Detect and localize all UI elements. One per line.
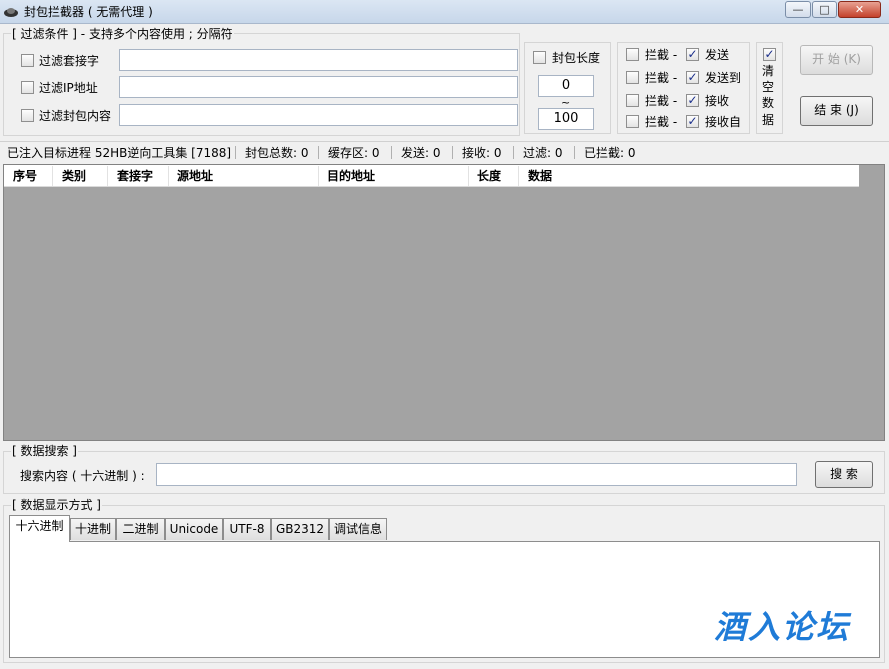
intercept-send-checkbox[interactable]: [626, 48, 639, 61]
filter-ip-label: 过滤IP地址: [39, 81, 98, 95]
status-filtered: 过滤: 0: [523, 146, 563, 160]
intercept-sendto-label: 拦截 -: [645, 71, 678, 85]
clear-data-label-4: 据: [762, 113, 775, 127]
filter-content-input[interactable]: [119, 104, 518, 126]
status-sent: 发送: 0: [401, 146, 441, 160]
column-header-destination[interactable]: 目的地址: [327, 169, 375, 183]
column-header-length[interactable]: 长度: [477, 169, 501, 183]
minimize-button[interactable]: —: [785, 1, 811, 18]
watermark-logo: 酒入论坛: [714, 608, 851, 646]
clear-data-checkbox[interactable]: [763, 47, 776, 61]
length-filter-checkbox[interactable]: [533, 51, 546, 64]
intercept-recvfrom-label: 拦截 -: [645, 115, 678, 129]
intercept-recv-label: 拦截 -: [645, 94, 678, 108]
maximize-button[interactable]: □: [812, 1, 837, 18]
search-group-title: [ 数据搜索 ]: [11, 444, 78, 458]
type-recvfrom-label: 接收自: [705, 115, 742, 129]
start-button[interactable]: 开 始 (K): [800, 45, 873, 75]
window-title: 封包拦截器 ( 无需代理 ): [24, 5, 153, 19]
column-divider[interactable]: [468, 166, 469, 186]
column-divider[interactable]: [168, 166, 169, 186]
length-min-input[interactable]: 0: [538, 75, 594, 97]
clear-data-label-3: 数: [762, 96, 775, 110]
filter-socket-input[interactable]: [119, 49, 518, 71]
length-filter-label: 封包长度: [552, 51, 601, 65]
filter-ip-checkbox[interactable]: [21, 81, 34, 94]
type-sendto-label: 发送到: [705, 71, 742, 85]
type-recvfrom-checkbox[interactable]: [686, 114, 699, 128]
filter-group-title: [ 过滤条件 ] - 支持多个内容使用 ; 分隔符: [11, 27, 234, 41]
tab-hex[interactable]: 十六进制: [9, 515, 70, 542]
length-max-input[interactable]: 100: [538, 108, 594, 130]
status-separator: [235, 146, 236, 159]
search-label: 搜索内容 ( 十六进制 ) :: [20, 469, 145, 483]
status-separator: [391, 146, 392, 159]
status-separator: [574, 146, 575, 159]
column-divider[interactable]: [52, 166, 53, 186]
clear-data-label-2: 空: [762, 80, 775, 94]
column-header-index[interactable]: 序号: [13, 169, 37, 183]
intercept-recvfrom-checkbox[interactable]: [626, 115, 639, 128]
stop-button[interactable]: 结 束 (J): [800, 96, 873, 126]
app-icon: [4, 8, 18, 17]
filter-ip-input[interactable]: [119, 76, 518, 98]
column-header-source[interactable]: 源地址: [177, 169, 213, 183]
status-intercepted: 已拦截: 0: [584, 146, 636, 160]
close-button[interactable]: ✕: [838, 1, 881, 18]
filter-socket-checkbox[interactable]: [21, 54, 34, 67]
filter-content-checkbox[interactable]: [21, 109, 34, 122]
tab-unicode[interactable]: Unicode: [165, 518, 223, 540]
type-recv-checkbox[interactable]: [686, 93, 699, 107]
clear-data-label-1: 清: [762, 64, 775, 78]
column-header-data[interactable]: 数据: [528, 169, 552, 183]
search-input[interactable]: [156, 463, 797, 486]
intercept-sendto-checkbox[interactable]: [626, 71, 639, 84]
tab-gb2312[interactable]: GB2312: [271, 518, 329, 540]
display-group-title: [ 数据显示方式 ]: [11, 498, 102, 512]
status-total: 封包总数: 0: [245, 146, 309, 160]
status-separator: [513, 146, 514, 159]
type-send-checkbox[interactable]: [686, 47, 699, 61]
intercept-recv-checkbox[interactable]: [626, 94, 639, 107]
status-received: 接收: 0: [462, 146, 502, 160]
tab-decimal[interactable]: 十进制: [70, 518, 116, 540]
filter-content-label: 过滤封包内容: [39, 109, 112, 123]
intercept-send-label: 拦截 -: [645, 48, 678, 62]
packet-table[interactable]: [3, 164, 885, 441]
column-header-type[interactable]: 类别: [62, 169, 86, 183]
tab-binary[interactable]: 二进制: [116, 518, 165, 540]
status-separator: [318, 146, 319, 159]
status-process: 已注入目标进程 52HB逆向工具集 [7188]: [7, 146, 232, 160]
column-divider[interactable]: [107, 166, 108, 186]
tab-utf8[interactable]: UTF-8: [223, 518, 271, 540]
filter-socket-label: 过滤套接字: [39, 54, 100, 68]
tab-debug-info[interactable]: 调试信息: [329, 518, 387, 540]
search-button[interactable]: 搜 索: [815, 461, 873, 488]
column-divider[interactable]: [518, 166, 519, 186]
status-separator: [452, 146, 453, 159]
status-buffer: 缓存区: 0: [328, 146, 380, 160]
column-header-socket[interactable]: 套接字: [117, 169, 153, 183]
type-sendto-checkbox[interactable]: [686, 70, 699, 84]
column-divider[interactable]: [318, 166, 319, 186]
type-send-label: 发送: [705, 48, 730, 62]
type-recv-label: 接收: [705, 94, 730, 108]
